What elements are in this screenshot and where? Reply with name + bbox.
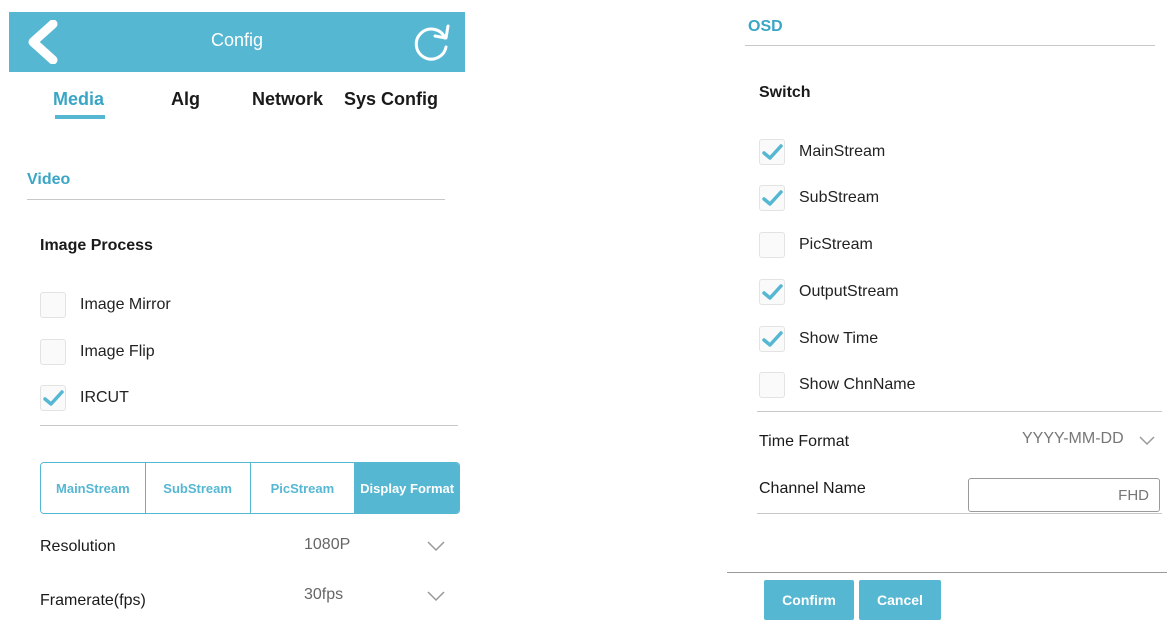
tab-alg[interactable]: Alg: [171, 89, 200, 110]
page-title: Config: [210, 30, 264, 50]
time-format-select[interactable]: YYYY-MM-DD: [1010, 425, 1160, 455]
osd-outputstream-checkbox[interactable]: OutputStream: [759, 279, 899, 305]
refresh-icon: [414, 24, 450, 61]
show-time-checkbox[interactable]: Show Time: [759, 326, 878, 352]
confirm-button[interactable]: Confirm: [764, 580, 854, 620]
osd-mainstream-checkbox[interactable]: MainStream: [759, 139, 885, 165]
stream-segmented-control: MainStream SubStream PicStream Display F…: [40, 462, 460, 514]
refresh-button[interactable]: [409, 20, 453, 64]
time-format-label: Time Format: [759, 433, 850, 450]
resolution-label: Resolution: [40, 538, 116, 555]
video-section-title: Video: [27, 171, 71, 188]
cancel-button[interactable]: Cancel: [859, 580, 941, 620]
time-format-value: YYYY-MM-DD: [1022, 430, 1124, 447]
switch-heading: Switch: [759, 84, 811, 101]
checkmark-icon: [759, 326, 785, 352]
framerate-label: Framerate(fps): [40, 592, 146, 609]
resolution-select[interactable]: 1080P: [300, 530, 458, 560]
tab-media[interactable]: Media: [53, 89, 104, 110]
checkbox-label: Show Time: [799, 330, 879, 347]
segment-display-format[interactable]: Display Format: [355, 463, 459, 513]
channel-name-label: Channel Name: [759, 480, 866, 497]
divider: [757, 411, 1162, 412]
footer-divider: [727, 572, 1167, 573]
checkbox-label: IRCUT: [80, 389, 129, 406]
framerate-value: 30fps: [304, 586, 344, 603]
show-chnname-checkbox[interactable]: Show ChnName: [759, 372, 916, 398]
divider: [757, 513, 1162, 514]
checkbox-label: MainStream: [799, 143, 886, 160]
segment-substream[interactable]: SubStream: [145, 463, 251, 513]
image-mirror-checkbox[interactable]: Image Mirror: [40, 292, 171, 318]
channel-name-value: FHD: [1118, 487, 1149, 504]
tab-sys-config[interactable]: Sys Config: [344, 89, 438, 110]
checkmark-icon: [759, 279, 785, 305]
checkmark-icon: [40, 385, 66, 411]
chevron-down-icon: [427, 591, 445, 602]
divider: [745, 45, 1155, 46]
checkbox-label: Show ChnName: [799, 376, 916, 393]
framerate-select[interactable]: 30fps: [300, 580, 458, 610]
channel-name-input[interactable]: FHD: [968, 478, 1160, 512]
resolution-value: 1080P: [304, 536, 351, 553]
osd-section-title: OSD: [748, 18, 783, 35]
image-process-heading: Image Process: [40, 237, 153, 254]
segment-picstream[interactable]: PicStream: [250, 463, 356, 513]
ircut-checkbox[interactable]: IRCUT: [40, 385, 129, 411]
checkmark-icon: [759, 185, 785, 211]
checkbox-label: PicStream: [799, 236, 873, 253]
osd-substream-checkbox[interactable]: SubStream: [759, 185, 879, 211]
checkbox-unchecked-icon: [40, 292, 66, 318]
chevron-down-icon: [1139, 436, 1155, 446]
checkbox-unchecked-icon: [759, 372, 785, 398]
divider: [27, 199, 445, 200]
checkbox-unchecked-icon: [759, 232, 785, 258]
divider: [40, 425, 458, 426]
image-flip-checkbox[interactable]: Image Flip: [40, 339, 155, 365]
checkbox-unchecked-icon: [40, 339, 66, 365]
osd-picstream-checkbox[interactable]: PicStream: [759, 232, 873, 258]
active-tab-indicator: [55, 115, 105, 119]
checkbox-label: OutputStream: [799, 283, 899, 300]
checkbox-label: Image Flip: [80, 343, 155, 360]
segment-mainstream[interactable]: MainStream: [41, 463, 146, 513]
checkmark-icon: [759, 139, 785, 165]
checkbox-label: Image Mirror: [80, 296, 171, 313]
tab-network[interactable]: Network: [252, 89, 323, 110]
top-bar: Config: [9, 12, 465, 72]
chevron-down-icon: [427, 541, 445, 552]
checkbox-label: SubStream: [799, 189, 880, 206]
